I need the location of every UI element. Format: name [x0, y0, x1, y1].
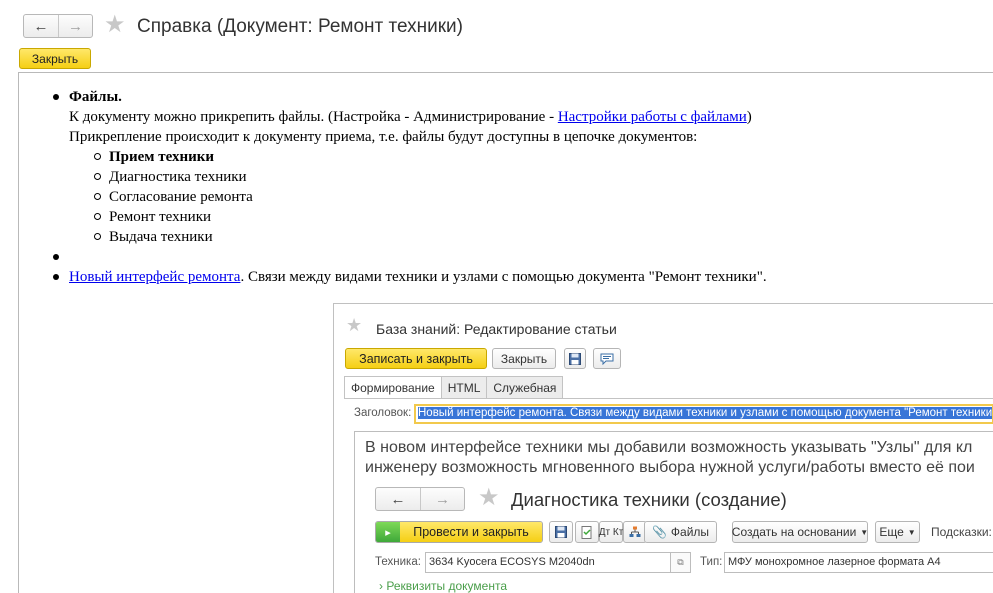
create-based-on-label: Создать на основании [731, 525, 857, 539]
chain-item: Согласование ремонта [94, 187, 969, 207]
files-text-2: Прикрепление происходит к документу прие… [69, 129, 698, 145]
header-input-value: Новый интерфейс ремонта. Связи между вид… [418, 407, 992, 419]
chain-item-label: Прием техники [109, 149, 215, 165]
file-settings-link[interactable]: Настройки работы с файлами [558, 109, 747, 125]
navigation-buttons: ← → [375, 487, 465, 511]
open-icon: ⧉ [671, 552, 691, 573]
comment-icon[interactable] [593, 348, 621, 369]
chain-item: Ремонт техники [94, 207, 969, 227]
help-list: Файлы. К документу можно прикрепить файл… [53, 87, 969, 287]
tab-divider [344, 398, 993, 399]
forward-button: → [420, 488, 464, 510]
chain-item: Прием техники [94, 147, 969, 167]
tech-label: Техника: [375, 556, 421, 568]
back-button: ← [390, 490, 406, 508]
tab-html[interactable]: HTML [440, 376, 488, 398]
editor-text: В новом интерфейсе техники мы добавили в… [365, 438, 993, 478]
more-button: Еще ▼ [875, 521, 920, 543]
diagnostics-title: Диагностика техники (создание) [511, 489, 787, 510]
chevron-right-icon: › [379, 579, 383, 593]
tab-formation[interactable]: Формирование [344, 376, 442, 399]
favorite-star-icon: ★ [346, 315, 363, 335]
post-and-close-label: Провести и закрыть [400, 522, 542, 542]
post-icon: ▸ [376, 522, 400, 542]
list-item-empty [53, 247, 969, 267]
create-based-on-button: Создать на основании ▼ [732, 521, 868, 543]
editor-line: В новом интерфейсе техники мы добавили в… [365, 439, 973, 456]
window-header: ← → ★ Справка (Документ: Ремонт техники) [0, 0, 993, 46]
type-field: МФУ монохромное лазерное формата А4 [724, 552, 993, 573]
save-disk-icon[interactable] [564, 348, 586, 369]
favorite-star-icon: ★ [478, 484, 500, 511]
html-editor[interactable]: В новом интерфейсе техники мы добавили в… [354, 431, 993, 593]
document-chain-list: Прием техники Диагностика техники Соглас… [94, 147, 969, 247]
files-text-1-end: ) [746, 109, 752, 125]
tech-field: 3634 Kyocera ECOSYS M2040dn [425, 552, 671, 573]
dt-kt-icon: Дт Кт [599, 521, 623, 543]
window-title: Справка (Документ: Ремонт техники) [137, 16, 463, 37]
files-heading: Файлы. [69, 89, 122, 105]
dropdown-arrow-icon: ▼ [907, 527, 916, 537]
back-button[interactable]: ← [24, 15, 58, 37]
header-label: Заголовок: [354, 407, 412, 419]
files-button: 📎 Файлы [644, 521, 717, 543]
requisites-toggle: › Реквизиты документа [379, 579, 507, 593]
knowledge-base-screenshot: ★ База знаний: Редактирование статьи Зап… [333, 303, 993, 593]
files-text-1: К документу можно прикрепить файлы. (Нас… [69, 109, 558, 125]
files-label: Файлы [670, 525, 710, 539]
save-disk-icon [549, 521, 573, 543]
requisites-label: Реквизиты документа [386, 579, 507, 593]
new-interface-link[interactable]: Новый интерфейс ремонта [69, 269, 240, 285]
post-and-close-button: ▸ Провести и закрыть [375, 521, 543, 543]
header-input[interactable]: Новый интерфейс ремонта. Связи между вид… [414, 404, 993, 424]
chain-item: Выдача техники [94, 227, 969, 247]
kb-close-button[interactable]: Закрыть [492, 348, 556, 369]
navigation-buttons: ← → [23, 14, 93, 38]
list-item-files: Файлы. К документу можно прикрепить файл… [53, 87, 969, 247]
kb-window-title: База знаний: Редактирование статьи [376, 321, 617, 337]
save-and-close-button[interactable]: Записать и закрыть [345, 348, 487, 369]
close-button[interactable]: Закрыть [19, 48, 91, 69]
dropdown-arrow-icon: ▼ [860, 527, 869, 537]
chain-item: Диагностика техники [94, 167, 969, 187]
editor-line: инженеру возможность мгновенного выбора … [365, 459, 975, 476]
document-icon [575, 521, 599, 543]
embedded-form-screenshot: ← → ★ Диагностика техники (создание) ▸ П… [375, 484, 993, 593]
hints-label: Подсказки: [931, 525, 992, 539]
tab-service[interactable]: Служебная [486, 376, 564, 398]
list-item-new-interface: Новый интерфейс ремонта. Связи между вид… [53, 267, 969, 287]
paperclip-icon: 📎 [651, 525, 667, 539]
favorite-star-icon[interactable]: ★ [104, 12, 126, 38]
type-label: Тип: [700, 556, 723, 568]
new-interface-text: . Связи между видами техники и узлами с … [240, 269, 767, 285]
forward-button[interactable]: → [58, 15, 92, 37]
kb-tabs: Формирование HTML Служебная [344, 376, 564, 399]
more-label: Еще [879, 525, 904, 539]
